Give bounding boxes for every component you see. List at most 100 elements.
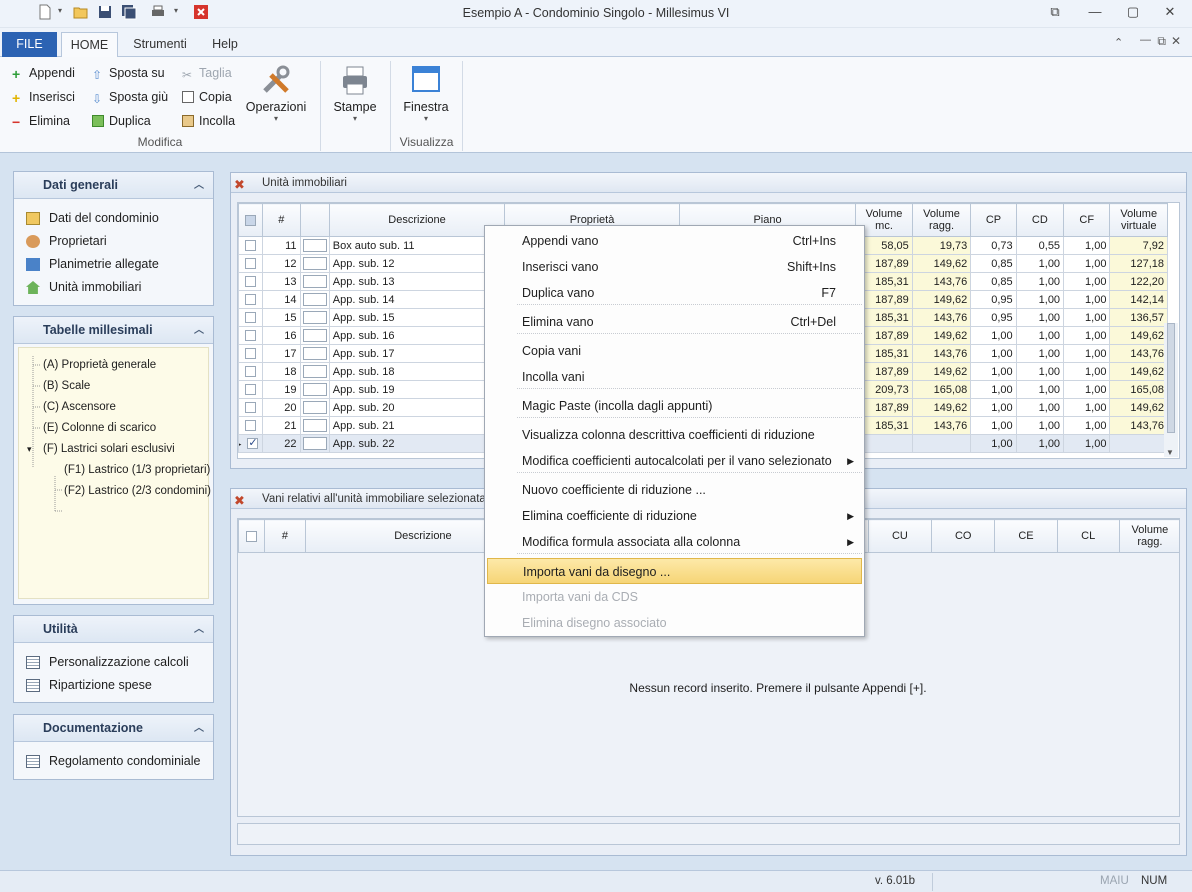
cell-cd[interactable]: 1,00	[1015, 416, 1065, 435]
cell-number[interactable]: 15	[262, 308, 301, 327]
checkbox[interactable]	[245, 348, 257, 360]
cell-descrizione[interactable]: App. sub. 13	[328, 272, 506, 291]
cell-cp[interactable]: 0,85	[970, 272, 1017, 291]
elimina-button[interactable]: − Elimina	[12, 111, 70, 131]
cell-volume-virtuale[interactable]: 143,76	[1109, 416, 1168, 435]
cell-cd[interactable]: 1,00	[1015, 326, 1065, 345]
cell-cd[interactable]: 1,00	[1015, 272, 1065, 291]
cell-color[interactable]	[299, 326, 330, 345]
tab-file[interactable]: FILE	[2, 32, 57, 57]
col-header-volume-ragg[interactable]: Volume ragg.	[1118, 519, 1179, 553]
vertical-scrollbar[interactable]: ▼	[1164, 323, 1178, 457]
collapse-chevron-icon[interactable]: ︿	[194, 616, 204, 643]
cell-cp[interactable]: 0,85	[970, 254, 1017, 273]
ribbon-collapse-icon[interactable]: ⌃	[1114, 36, 1123, 49]
scrollbar-thumb[interactable]	[1167, 323, 1175, 433]
col-header-volume-virtuale[interactable]: Volume virtuale	[1109, 203, 1168, 237]
row-checkbox[interactable]	[238, 416, 264, 435]
menu-item[interactable]: Elimina vano Ctrl+Del	[487, 309, 862, 335]
checkbox[interactable]	[245, 258, 257, 270]
cell-volume-virtuale[interactable]: 122,20	[1109, 272, 1168, 291]
cell-number[interactable]: 11	[262, 236, 301, 255]
tree-expand-icon[interactable]: ▾	[27, 441, 32, 457]
row-checkbox[interactable]	[238, 398, 264, 417]
cell-cd[interactable]: 1,00	[1015, 254, 1065, 273]
cell-volume-virtuale[interactable]: 136,57	[1109, 308, 1168, 327]
col-header-descrizione[interactable]: Descrizione	[328, 203, 506, 237]
checkbox[interactable]	[245, 276, 257, 288]
cell-number[interactable]: 12	[262, 254, 301, 273]
col-header-color[interactable]	[299, 203, 330, 237]
cell-number[interactable]: 13	[262, 272, 301, 291]
stampe-button[interactable]: Stampe ▾	[329, 63, 381, 123]
menu-item[interactable]: Visualizza colonna descrittiva coefficie…	[487, 422, 862, 448]
sidebar-item-unita[interactable]: Unità immobiliari	[14, 276, 213, 299]
menu-item[interactable]: Modifica formula associata alla colonna ▶	[487, 529, 862, 555]
cell-color[interactable]	[299, 362, 330, 381]
color-swatch[interactable]	[302, 257, 327, 270]
minimize-button[interactable]: —	[1082, 2, 1108, 22]
mdi-restore-icon[interactable]: ⧉	[1144, 34, 1166, 49]
checkbox[interactable]	[245, 312, 257, 324]
col-header-cu[interactable]: CU	[867, 519, 933, 553]
color-swatch[interactable]	[302, 401, 327, 414]
tree-node-f1[interactable]: (F1) Lastrico (1/3 proprietari)	[64, 462, 210, 478]
tree-node-a[interactable]: (A) Proprietà generale	[43, 357, 156, 373]
menu-item[interactable]: Duplica vano F7	[487, 280, 862, 306]
cell-cd[interactable]: 1,00	[1015, 434, 1065, 453]
cell-volume-ragg[interactable]: 149,62	[911, 362, 972, 381]
mdi-close-icon[interactable]: ✕	[1171, 34, 1181, 48]
col-header-cf[interactable]: CF	[1063, 203, 1111, 237]
tab-home[interactable]: HOME	[61, 32, 118, 58]
cell-volume-virtuale[interactable]: 127,18	[1109, 254, 1168, 273]
cell-color[interactable]	[299, 380, 330, 399]
color-swatch[interactable]	[302, 329, 327, 342]
checkbox[interactable]	[245, 294, 257, 306]
cell-cd[interactable]: 0,55	[1015, 236, 1065, 255]
cell-volume-ragg[interactable]: 149,62	[911, 290, 972, 309]
sidebar-item-ripartizione[interactable]: Ripartizione spese	[14, 674, 213, 697]
cell-descrizione[interactable]: Box auto sub. 11	[328, 236, 506, 255]
col-header-cp[interactable]: CP	[970, 203, 1017, 237]
sposta-su-button[interactable]: ⇧ Sposta su	[92, 63, 165, 83]
checkbox[interactable]	[245, 366, 257, 378]
cell-volume-ragg[interactable]: 143,76	[911, 308, 972, 327]
cell-cf[interactable]: 1,00	[1063, 344, 1111, 363]
menu-item[interactable]: Elimina disegno associato	[487, 610, 862, 636]
restore-layout-icon[interactable]: ⧉	[1042, 2, 1068, 22]
cell-volume-ragg[interactable]: 19,73	[911, 236, 972, 255]
cell-descrizione[interactable]: App. sub. 20	[328, 398, 506, 417]
cell-number[interactable]: 21	[262, 416, 301, 435]
tree-node-b[interactable]: (B) Scale	[43, 378, 90, 394]
sidebar-item-proprietari[interactable]: Proprietari	[14, 230, 213, 253]
cell-volume-virtuale[interactable]: 165,08	[1109, 380, 1168, 399]
row-checkbox[interactable]	[238, 290, 264, 309]
checkbox[interactable]	[245, 330, 257, 342]
cell-color[interactable]	[299, 416, 330, 435]
panel-header[interactable]: Tabelle millesimali ︿	[14, 317, 213, 344]
cell-volume-ragg[interactable]: 143,76	[911, 344, 972, 363]
row-checkbox[interactable]	[238, 254, 264, 273]
color-swatch[interactable]	[302, 347, 327, 360]
color-swatch[interactable]	[302, 239, 327, 252]
cell-cf[interactable]: 1,00	[1063, 272, 1111, 291]
cell-volume-ragg[interactable]: 165,08	[911, 380, 972, 399]
cell-cp[interactable]: 0,73	[970, 236, 1017, 255]
cell-descrizione[interactable]: App. sub. 18	[328, 362, 506, 381]
row-checkbox[interactable]	[238, 380, 264, 399]
cell-cd[interactable]: 1,00	[1015, 380, 1065, 399]
sidebar-item-regolamento[interactable]: Regolamento condominiale	[14, 750, 213, 773]
col-header-number[interactable]: #	[264, 519, 306, 553]
cell-number[interactable]: 20	[262, 398, 301, 417]
cell-cp[interactable]: 1,00	[970, 326, 1017, 345]
cell-color[interactable]	[299, 308, 330, 327]
menu-item[interactable]: Inserisci vano Shift+Ins	[487, 254, 862, 280]
cell-cp[interactable]: 1,00	[970, 416, 1017, 435]
cell-volume-virtuale[interactable]: 7,92	[1109, 236, 1168, 255]
cell-cp[interactable]: 1,00	[970, 398, 1017, 417]
row-checkbox[interactable]	[238, 344, 264, 363]
cell-volume-virtuale[interactable]: 142,14	[1109, 290, 1168, 309]
cell-descrizione[interactable]: App. sub. 22	[328, 434, 506, 453]
cell-color[interactable]	[299, 290, 330, 309]
cell-cd[interactable]: 1,00	[1015, 398, 1065, 417]
